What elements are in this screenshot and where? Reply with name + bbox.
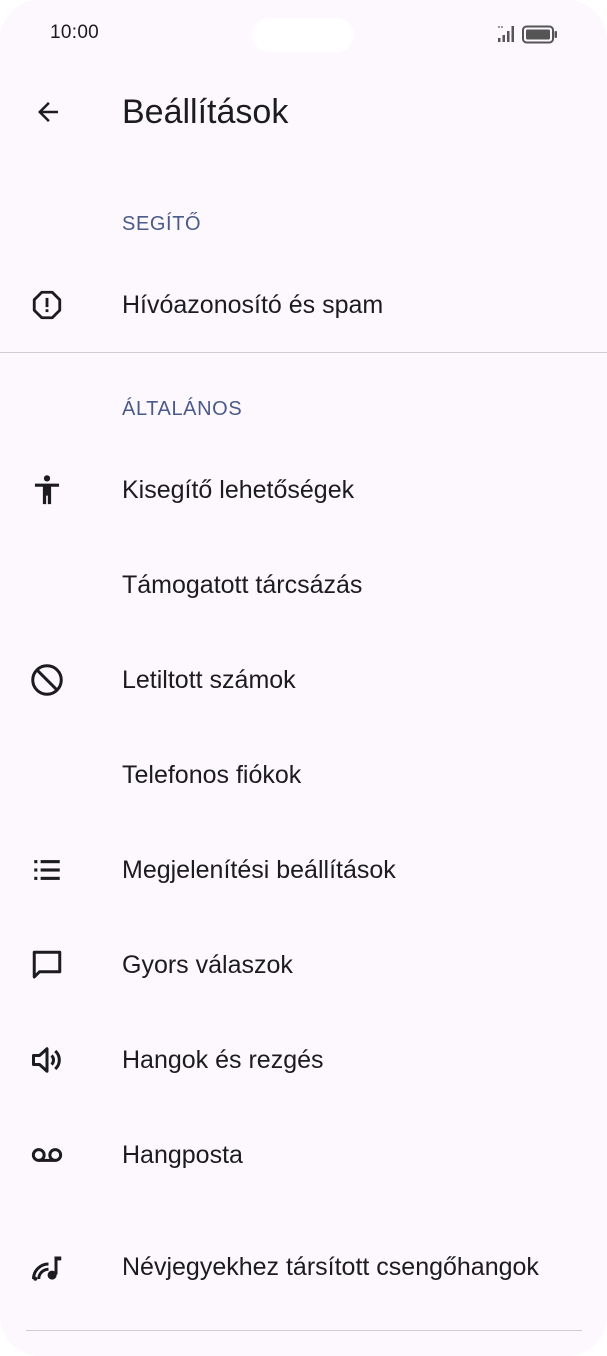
settings-item-label: Támogatott tárcsázás (122, 570, 363, 599)
settings-item-label: Gyors válaszok (122, 950, 293, 979)
settings-item-label: Kisegítő lehetőségek (122, 475, 355, 504)
volume-icon (28, 1041, 66, 1079)
list-end-divider (26, 1330, 582, 1331)
phone-screen: 10:00 Beállítások SEGÍTŐ Hívóazonosító é… (0, 0, 607, 1356)
settings-item-display-options[interactable]: Megjelenítési beállítások (0, 822, 607, 917)
status-time: 10:00 (50, 22, 100, 43)
arrow-back-icon (33, 97, 63, 127)
accessibility-icon (28, 471, 66, 509)
status-bar: 10:00 (0, 0, 607, 70)
section-header-general: ÁLTALÁNOS (122, 398, 243, 420)
settings-item-phone-accounts[interactable]: Telefonos fiókok (0, 727, 607, 822)
top-app-bar: Beállítások (0, 70, 607, 156)
section-divider (0, 352, 607, 353)
settings-item-quick-responses[interactable]: Gyors válaszok (0, 917, 607, 1012)
settings-item-blocked-numbers[interactable]: Letiltott számok (0, 632, 607, 727)
camera-cutout (252, 18, 354, 52)
voicemail-icon (28, 1136, 66, 1174)
settings-item-label: Hívóazonosító és spam (122, 290, 384, 319)
settings-item-caller-id-spam[interactable]: Hívóazonosító és spam (0, 257, 607, 352)
block-icon (28, 661, 66, 699)
settings-item-accessibility[interactable]: Kisegítő lehetőségek (0, 442, 607, 537)
settings-item-voicemail[interactable]: Hangposta (0, 1107, 607, 1202)
back-button[interactable] (24, 88, 72, 136)
settings-item-label: Hangposta (122, 1140, 243, 1169)
section-header-assistant: SEGÍTŐ (122, 213, 202, 235)
signal-icon (497, 24, 517, 44)
battery-icon (522, 25, 558, 44)
ringtone-icon (28, 1248, 66, 1286)
page-title: Beállítások (122, 93, 289, 131)
settings-item-label: Névjegyekhez társított csengőhangok (122, 1253, 539, 1281)
settings-item-sounds-vibration[interactable]: Hangok és rezgés (0, 1012, 607, 1107)
settings-item-label: Telefonos fiókok (122, 760, 302, 789)
settings-item-contact-ringtones[interactable]: Névjegyekhez társított csengőhangok (0, 1217, 607, 1317)
settings-item-label: Megjelenítési beállítások (122, 855, 396, 884)
list-icon (28, 851, 66, 889)
settings-item-label: Letiltott számok (122, 665, 296, 694)
settings-item-label: Hangok és rezgés (122, 1045, 324, 1074)
alert-octagon-icon (28, 286, 66, 324)
chat-bubble-icon (28, 946, 66, 984)
settings-item-assisted-dialing[interactable]: Támogatott tárcsázás (0, 537, 607, 632)
